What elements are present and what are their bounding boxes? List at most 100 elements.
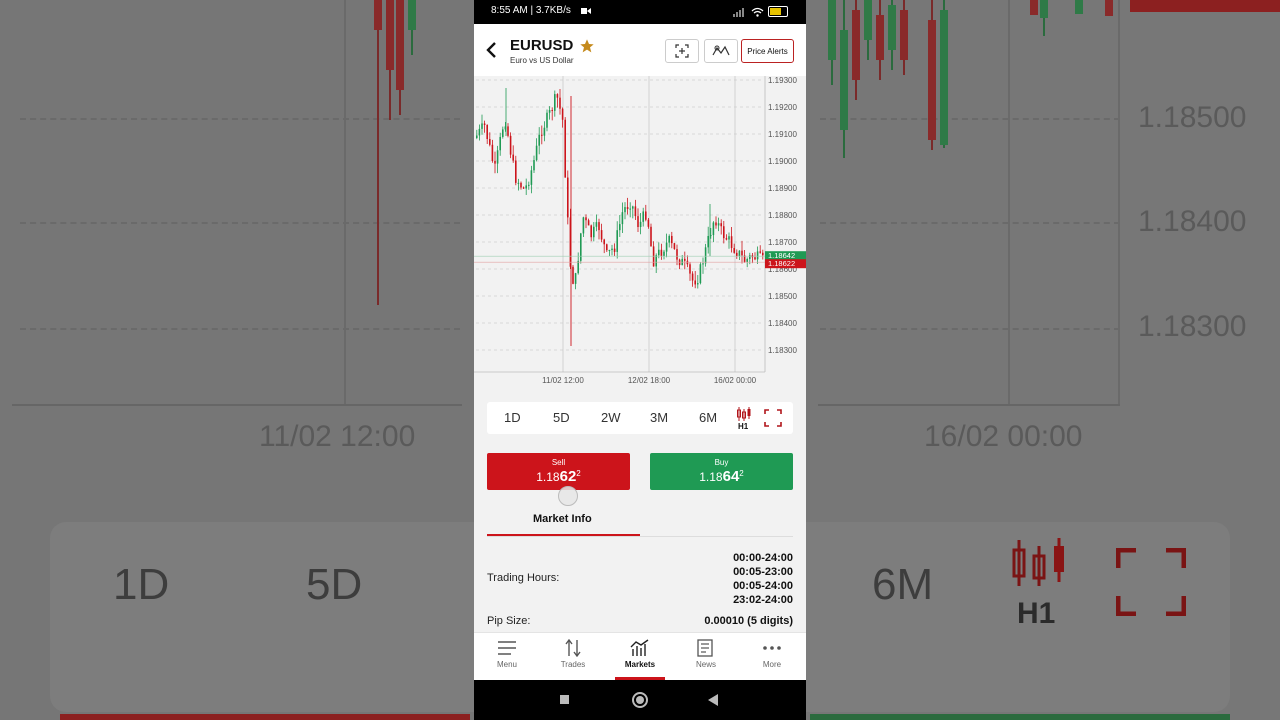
candle-body xyxy=(554,94,556,111)
trading-hours-values: 00:00-24:00 00:05-23:00 00:05-24:00 23:0… xyxy=(733,551,793,607)
candle-body xyxy=(499,136,501,151)
fullscreen-icon[interactable] xyxy=(764,409,782,427)
bg-candle xyxy=(828,0,836,60)
candle-body xyxy=(520,182,522,188)
price-alerts-button[interactable]: Price Alerts xyxy=(741,39,794,63)
candle-body xyxy=(548,110,551,113)
recents-button[interactable] xyxy=(560,695,569,704)
candle-body xyxy=(517,182,520,184)
bg-vline xyxy=(344,0,346,405)
period-1d[interactable]: 1D xyxy=(504,410,521,425)
candle-body xyxy=(608,250,611,252)
y-tick-label: 1.19200 xyxy=(768,103,797,112)
candle-body xyxy=(725,238,728,240)
bg-price-label: 1.18400 xyxy=(1138,205,1247,238)
y-tick-label: 1.18800 xyxy=(768,211,797,220)
candle-body xyxy=(556,94,559,98)
candle-body xyxy=(741,250,743,256)
scan-button[interactable] xyxy=(665,39,699,63)
candle-body xyxy=(629,208,631,210)
candle-body xyxy=(756,251,759,260)
candle-body xyxy=(673,243,676,250)
candle-body xyxy=(587,220,590,226)
period-5d[interactable]: 5D xyxy=(553,410,570,425)
nav-more[interactable]: More xyxy=(747,639,797,669)
candle-body xyxy=(733,248,735,253)
sell-button[interactable]: Sell 1.18622 xyxy=(487,453,630,490)
battery-icon xyxy=(768,6,788,17)
touch-indicator xyxy=(558,486,578,506)
candle-body xyxy=(543,127,546,136)
y-tick-label: 1.18900 xyxy=(768,184,797,193)
candle-body xyxy=(535,145,538,161)
candlestick-chart-svg[interactable]: 1.19300 1.19200 1.19100 1.19000 1.18900 1.188… xyxy=(474,76,806,390)
candle-body xyxy=(502,129,504,137)
compare-button[interactable] xyxy=(704,39,738,63)
back-nav-button[interactable] xyxy=(708,694,718,706)
bg-candle xyxy=(374,0,382,30)
x-tick-label: 16/02 00:00 xyxy=(714,376,757,385)
candle-body xyxy=(676,249,678,260)
y-tick-label: 1.19300 xyxy=(768,76,797,85)
candle-body xyxy=(738,250,741,257)
bottom-nav: Menu Trades Markets News More xyxy=(474,632,806,681)
bg-candle xyxy=(888,5,896,50)
buy-price-fraction: 2 xyxy=(739,469,744,478)
price-chart[interactable]: 1.19300 1.19200 1.19100 1.19000 1.18900 1.188… xyxy=(474,76,806,390)
candle-body xyxy=(712,222,715,236)
candle-body xyxy=(707,235,709,248)
bg-candlestick-icon xyxy=(1012,538,1064,586)
bg-candle xyxy=(1075,0,1083,14)
y-tick-label: 1.19000 xyxy=(768,157,797,166)
instrument-description: Euro vs US Dollar xyxy=(510,56,574,65)
candle-body xyxy=(650,226,652,247)
bg-candle xyxy=(386,0,394,70)
tab-market-info[interactable]: Market Info xyxy=(533,513,592,525)
candle-body xyxy=(567,177,569,218)
bg-period-label: 1D xyxy=(113,560,170,609)
bg-price-label: 1.18500 xyxy=(1138,101,1247,134)
nav-markets[interactable]: Markets xyxy=(615,639,665,669)
candle-body xyxy=(634,206,637,217)
period-6m[interactable]: 6M xyxy=(699,410,717,425)
candle-body xyxy=(660,249,663,256)
y-tick-label: 1.18300 xyxy=(768,346,797,355)
candle-body xyxy=(603,239,605,245)
status-bar: 8:55 AM | 3.7KB/s xyxy=(474,0,806,24)
bg-price-tag xyxy=(1130,0,1280,12)
candle-body xyxy=(530,170,533,185)
candle-body xyxy=(515,160,517,183)
nav-trades-label: Trades xyxy=(560,660,586,669)
y-tick-label: 1.18400 xyxy=(768,319,797,328)
bg-fullscreen-icon xyxy=(1116,548,1186,616)
bg-gridline xyxy=(820,222,1120,224)
candle-body xyxy=(606,244,608,251)
candle-body xyxy=(593,226,595,238)
phone-screen: 8:55 AM | 3.7KB/s EURUSD Euro vs US Doll… xyxy=(474,0,806,720)
candle-body xyxy=(728,236,730,240)
candle-body xyxy=(689,264,691,274)
candlestick-interval-icon[interactable] xyxy=(736,406,752,422)
home-button[interactable] xyxy=(632,692,648,708)
candle-body xyxy=(686,260,689,265)
status-icons xyxy=(733,6,788,17)
bg-candle xyxy=(852,10,860,80)
trading-hours-label: Trading Hours: xyxy=(487,572,560,584)
trading-hours-row: 00:05-24:00 xyxy=(733,580,793,592)
sell-price-tag-text: 1.18622 xyxy=(768,259,795,268)
favorite-star-icon[interactable] xyxy=(579,38,595,54)
period-2w[interactable]: 2W xyxy=(601,410,621,425)
nav-trades[interactable]: Trades xyxy=(548,639,598,669)
bg-candle xyxy=(864,0,872,40)
period-selector: 1D 5D 2W 3M 6M H1 xyxy=(487,402,793,434)
nav-menu[interactable]: Menu xyxy=(482,639,532,669)
interval-label[interactable]: H1 xyxy=(738,422,748,431)
back-arrow-icon[interactable] xyxy=(484,40,500,60)
bg-candle xyxy=(876,15,884,60)
candle-body xyxy=(507,126,509,136)
candle-body xyxy=(491,144,494,162)
period-3m[interactable]: 3M xyxy=(650,410,668,425)
bg-date-label: 16/02 00:00 xyxy=(924,420,1083,453)
buy-button[interactable]: Buy 1.18642 xyxy=(650,453,793,490)
nav-news[interactable]: News xyxy=(681,639,731,669)
